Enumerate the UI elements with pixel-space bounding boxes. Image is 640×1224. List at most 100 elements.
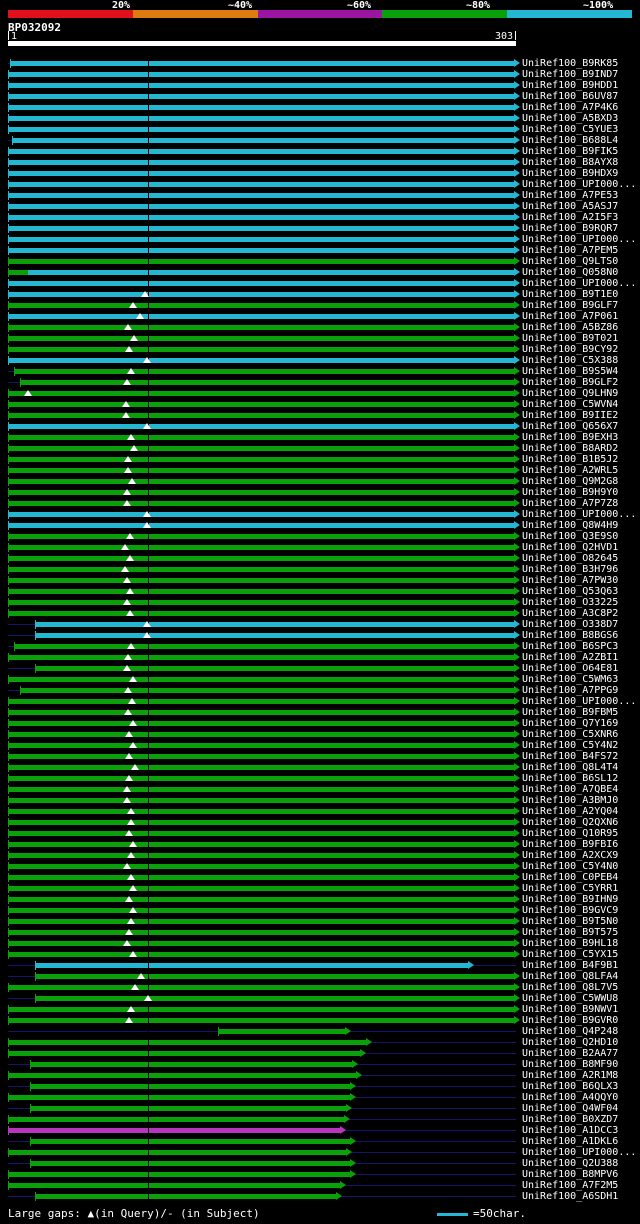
hit-bar-segment[interactable] — [8, 94, 514, 99]
hit-label[interactable]: UniRef100_B9HL18 — [522, 938, 618, 949]
hit-label[interactable]: UniRef100_A2ZBI1 — [522, 652, 618, 663]
alignment-row[interactable]: UniRef100_B9T5N0 — [0, 916, 640, 927]
alignment-row[interactable]: UniRef100_B9GVC9 — [0, 905, 640, 916]
hit-bar-segment[interactable] — [8, 325, 514, 330]
hit-label[interactable]: UniRef100_B9T575 — [522, 927, 618, 938]
alignment-row[interactable]: UniRef100_C5Y4N2 — [0, 740, 640, 751]
hit-label[interactable]: UniRef100_Q7Y169 — [522, 718, 618, 729]
hit-label[interactable]: UniRef100_A7P061 — [522, 311, 618, 322]
alignment-row[interactable]: UniRef100_B9HDD1 — [0, 80, 640, 91]
hit-label[interactable]: UniRef100_B9HDX9 — [522, 168, 618, 179]
alignment-row[interactable]: UniRef100_UPI000... — [0, 278, 640, 289]
hit-label[interactable]: UniRef100_Q9LHN9 — [522, 388, 618, 399]
hit-bar-segment[interactable] — [8, 1051, 360, 1056]
hit-bar-segment[interactable] — [8, 765, 514, 770]
alignment-row[interactable]: UniRef100_O64E81 — [0, 663, 640, 674]
hit-label[interactable]: UniRef100_B0XZD7 — [522, 1114, 618, 1125]
hit-bar-segment[interactable] — [8, 710, 514, 715]
alignment-row[interactable]: UniRef100_C5YRR1 — [0, 883, 640, 894]
hit-label[interactable]: UniRef100_A7QBE4 — [522, 784, 618, 795]
hit-label[interactable]: UniRef100_A3BMJ0 — [522, 795, 618, 806]
hit-label[interactable]: UniRef100_B9H9Y0 — [522, 487, 618, 498]
hit-bar-segment[interactable] — [8, 677, 514, 682]
hit-label[interactable]: UniRef100_B9T5N0 — [522, 916, 618, 927]
hit-label[interactable]: UniRef100_UPI000... — [522, 278, 636, 289]
alignment-row[interactable]: UniRef100_Q2U388 — [0, 1158, 640, 1169]
alignment-row[interactable]: UniRef100_A7F2M5 — [0, 1180, 640, 1191]
alignment-row[interactable]: UniRef100_B9GVR0 — [0, 1015, 640, 1026]
hit-bar-segment[interactable] — [28, 270, 514, 275]
alignment-row[interactable]: UniRef100_B9H9Y0 — [0, 487, 640, 498]
alignment-row[interactable]: UniRef100_O338D7 — [0, 619, 640, 630]
hit-bar-segment[interactable] — [8, 424, 514, 429]
alignment-row[interactable]: UniRef100_Q058N0 — [0, 267, 640, 278]
hit-label[interactable]: UniRef100_B9FIK5 — [522, 146, 618, 157]
hit-label[interactable]: UniRef100_B9GLF7 — [522, 300, 618, 311]
hit-label[interactable]: UniRef100_A2YQ04 — [522, 806, 618, 817]
hit-label[interactable]: UniRef100_B1B5J2 — [522, 454, 618, 465]
alignment-row[interactable]: UniRef100_B6QLX3 — [0, 1081, 640, 1092]
hit-bar-segment[interactable] — [8, 1007, 514, 1012]
alignment-row[interactable]: UniRef100_B1B5J2 — [0, 454, 640, 465]
hit-label[interactable]: UniRef100_Q53Q63 — [522, 586, 618, 597]
hit-label[interactable]: UniRef100_A3C8P2 — [522, 608, 618, 619]
alignment-row[interactable]: UniRef100_B9S5W4 — [0, 366, 640, 377]
hit-label[interactable]: UniRef100_C5YX15 — [522, 949, 618, 960]
alignment-row[interactable]: UniRef100_B9RQR7 — [0, 223, 640, 234]
hit-bar-segment[interactable] — [35, 963, 468, 968]
hit-bar-segment[interactable] — [8, 501, 514, 506]
alignment-row[interactable]: UniRef100_B9IND7 — [0, 69, 640, 80]
alignment-row[interactable]: UniRef100_A7PW30 — [0, 575, 640, 586]
hit-label[interactable]: UniRef100_Q2HVD1 — [522, 542, 618, 553]
hit-bar-segment[interactable] — [218, 1029, 345, 1034]
alignment-row[interactable]: UniRef100_B8AYX8 — [0, 157, 640, 168]
hit-bar-segment[interactable] — [8, 391, 514, 396]
hit-bar-segment[interactable] — [8, 336, 514, 341]
alignment-row[interactable]: UniRef100_UPI000... — [0, 179, 640, 190]
hit-label[interactable]: UniRef100_Q2HD10 — [522, 1037, 618, 1048]
alignment-row[interactable]: UniRef100_A6SDH1 — [0, 1191, 640, 1202]
hit-label[interactable]: UniRef100_B8ARD2 — [522, 443, 618, 454]
hit-label[interactable]: UniRef100_A5BZ86 — [522, 322, 618, 333]
alignment-row[interactable]: UniRef100_A2WRL5 — [0, 465, 640, 476]
hit-bar-segment[interactable] — [8, 1095, 350, 1100]
hit-label[interactable]: UniRef100_B8MF90 — [522, 1059, 618, 1070]
hit-label[interactable]: UniRef100_B8MPV6 — [522, 1169, 618, 1180]
hit-bar-segment[interactable] — [8, 83, 514, 88]
hit-label[interactable]: UniRef100_B8BGS6 — [522, 630, 618, 641]
hit-bar-segment[interactable] — [8, 259, 514, 264]
hit-bar-segment[interactable] — [8, 1117, 344, 1122]
alignment-row[interactable]: UniRef100_B3H796 — [0, 564, 640, 575]
alignment-row[interactable]: UniRef100_A7PPG9 — [0, 685, 640, 696]
hit-bar-segment[interactable] — [8, 127, 514, 132]
hit-bar-segment[interactable] — [35, 996, 514, 1001]
hit-label[interactable]: UniRef100_A5ASJ7 — [522, 201, 618, 212]
hit-bar-segment[interactable] — [8, 776, 514, 781]
hit-label[interactable]: UniRef100_A7PEM5 — [522, 245, 618, 256]
alignment-row[interactable]: UniRef100_B8MPV6 — [0, 1169, 640, 1180]
alignment-row[interactable]: UniRef100_A1DCC3 — [0, 1125, 640, 1136]
alignment-row[interactable]: UniRef100_B9GLF7 — [0, 300, 640, 311]
hit-bar-segment[interactable] — [8, 1073, 356, 1078]
hit-label[interactable]: UniRef100_UPI000... — [522, 509, 636, 520]
hit-label[interactable]: UniRef100_B9T1E0 — [522, 289, 618, 300]
alignment-row[interactable]: UniRef100_Q4WF04 — [0, 1103, 640, 1114]
hit-bar-segment[interactable] — [8, 182, 514, 187]
alignment-row[interactable]: UniRef100_Q2QXN6 — [0, 817, 640, 828]
alignment-row[interactable]: UniRef100_B4F9B1 — [0, 960, 640, 971]
hit-label[interactable]: UniRef100_Q2QXN6 — [522, 817, 618, 828]
alignment-row[interactable]: UniRef100_B9T1E0 — [0, 289, 640, 300]
hit-bar-segment[interactable] — [8, 479, 514, 484]
hit-label[interactable]: UniRef100_B9IND7 — [522, 69, 618, 80]
alignment-row[interactable]: UniRef100_C5X388 — [0, 355, 640, 366]
alignment-row[interactable]: UniRef100_C0PEB4 — [0, 872, 640, 883]
hit-bar-segment[interactable] — [8, 897, 514, 902]
alignment-row[interactable]: UniRef100_A4QQY0 — [0, 1092, 640, 1103]
hit-bar-segment[interactable] — [14, 644, 514, 649]
hit-label[interactable]: UniRef100_Q4P248 — [522, 1026, 618, 1037]
hit-label[interactable]: UniRef100_B9IIE2 — [522, 410, 618, 421]
alignment-row[interactable]: UniRef100_B9IHN9 — [0, 894, 640, 905]
hit-bar-segment[interactable] — [8, 226, 514, 231]
hit-bar-segment[interactable] — [8, 1150, 346, 1155]
alignment-row[interactable]: UniRef100_B9HDX9 — [0, 168, 640, 179]
